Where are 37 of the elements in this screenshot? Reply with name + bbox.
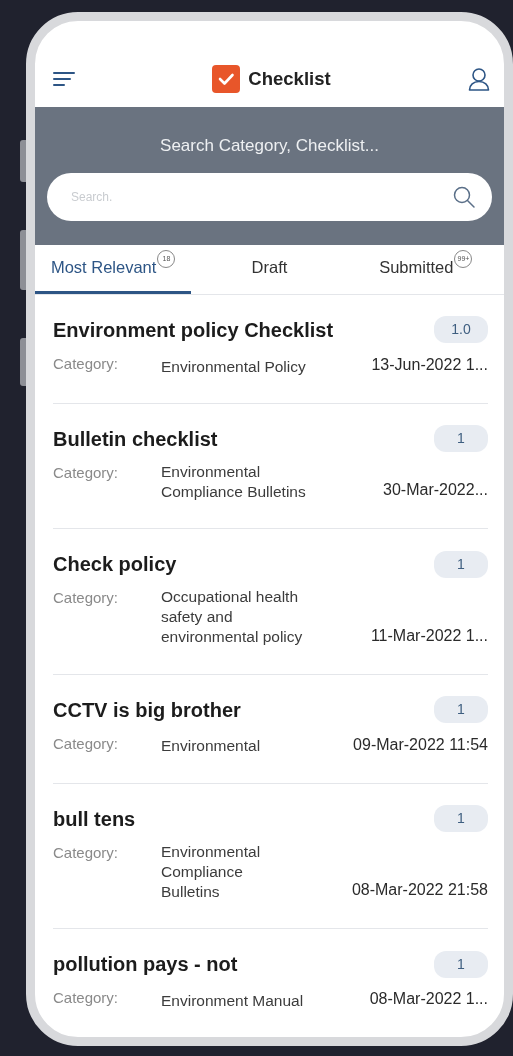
version-badge: 1.0	[434, 316, 488, 344]
menu-icon[interactable]	[53, 71, 75, 88]
category-label: Category:	[53, 988, 120, 1008]
category-label: Category:	[53, 733, 120, 754]
tab[interactable]: Draft	[191, 244, 348, 294]
version-badge: 1	[434, 425, 488, 453]
checklist-title: pollution pays - not	[53, 952, 238, 977]
app-title: Checklist	[248, 67, 331, 92]
category-value: Environment Manual	[161, 990, 304, 1011]
category-value: Environmental Policy	[161, 356, 306, 377]
category-label: Category:	[53, 353, 120, 374]
checkmark-logo-icon	[212, 65, 241, 94]
version-badge: 1	[434, 696, 488, 724]
checklist-title: Check policy	[53, 552, 177, 578]
version-badge: 1	[434, 550, 488, 578]
date-time: 08-Mar-2022 21:58	[350, 880, 488, 900]
date-time: 11-Mar-2022 1...	[369, 625, 488, 646]
date-time: 08-Mar-2022 1...	[368, 989, 488, 1009]
category-value: Environmental Compliance Bulletins	[161, 461, 306, 502]
category-value: Occupational health safety and environmental policy	[161, 587, 303, 648]
category-label: Category:	[53, 462, 120, 483]
user-icon[interactable]	[468, 67, 490, 92]
checklist-title: bull tens	[53, 806, 136, 832]
category-label: Category:	[53, 842, 120, 863]
search-icon[interactable]	[452, 184, 476, 209]
version-badge: 1	[434, 950, 488, 978]
date-time: 09-Mar-2022 11:54	[352, 734, 488, 755]
category-label: Category:	[53, 588, 120, 609]
date-time: 13-Jun-2022 1...	[370, 354, 488, 375]
checklist-title: CCTV is big brother	[53, 697, 241, 723]
checklist-title: Environment policy Checklist	[53, 317, 334, 343]
search-label: Search Category, Checklist...	[160, 135, 379, 158]
version-badge: 1	[434, 805, 488, 833]
checklist-title: Bulletin checklist	[53, 426, 218, 452]
category-value: Environmental Compliance Bulletins	[161, 841, 261, 902]
date-time: 30-Mar-2022...	[382, 480, 488, 501]
category-value: Environmental	[161, 736, 261, 757]
